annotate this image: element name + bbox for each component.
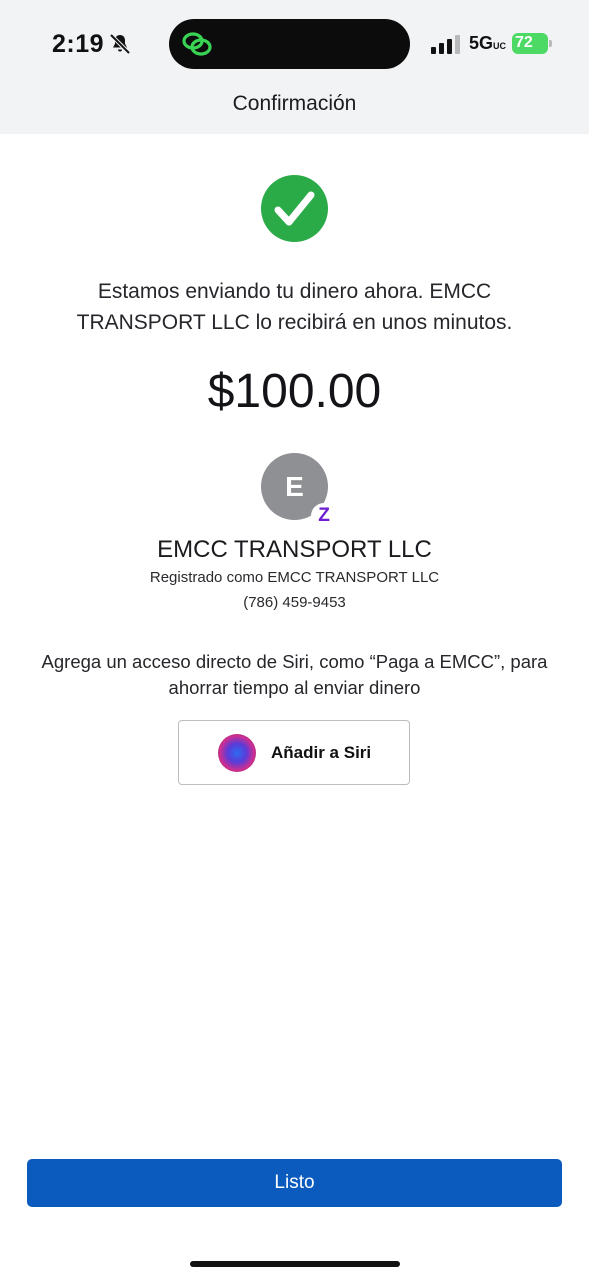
amount: $100.00 xyxy=(207,365,382,418)
checkmark-circle-icon xyxy=(261,175,328,242)
battery-charging-icon: 72 xyxy=(512,33,552,54)
add-to-siri-button[interactable]: Añadir a Siri xyxy=(178,720,410,785)
app-activity-icon xyxy=(182,32,212,56)
registered-as-text: Registrado como EMCC TRANSPORT LLC xyxy=(149,569,440,586)
page-title: Confirmación xyxy=(232,92,357,115)
siri-icon xyxy=(218,734,256,772)
zelle-badge-icon: Z xyxy=(311,503,337,529)
status-time: 2:19 xyxy=(52,30,105,58)
home-indicator[interactable] xyxy=(190,1261,400,1267)
battery-percent: 72 xyxy=(515,34,533,51)
dynamic-island xyxy=(169,19,410,69)
siri-hint-text: Agrega un acceso directo de Siri, como “… xyxy=(41,651,548,698)
recipient-name: EMCC TRANSPORT LLC xyxy=(157,536,432,563)
status-and-nav-bar: 2:19 5GUC 72 Confirmación xyxy=(0,0,589,134)
network-superscript: UC xyxy=(493,41,507,51)
cellular-signal-icon xyxy=(431,35,460,54)
battery-nub xyxy=(549,40,552,47)
add-to-siri-label: Añadir a Siri xyxy=(271,743,372,762)
confirmation-message: Estamos enviando tu dinero ahora. EMCC T… xyxy=(76,280,513,334)
done-button[interactable]: Listo xyxy=(27,1159,562,1207)
network-label: 5GUC xyxy=(469,33,507,53)
bell-slash-icon xyxy=(109,33,131,55)
recipient-phone: (786) 459-9453 xyxy=(243,594,346,611)
